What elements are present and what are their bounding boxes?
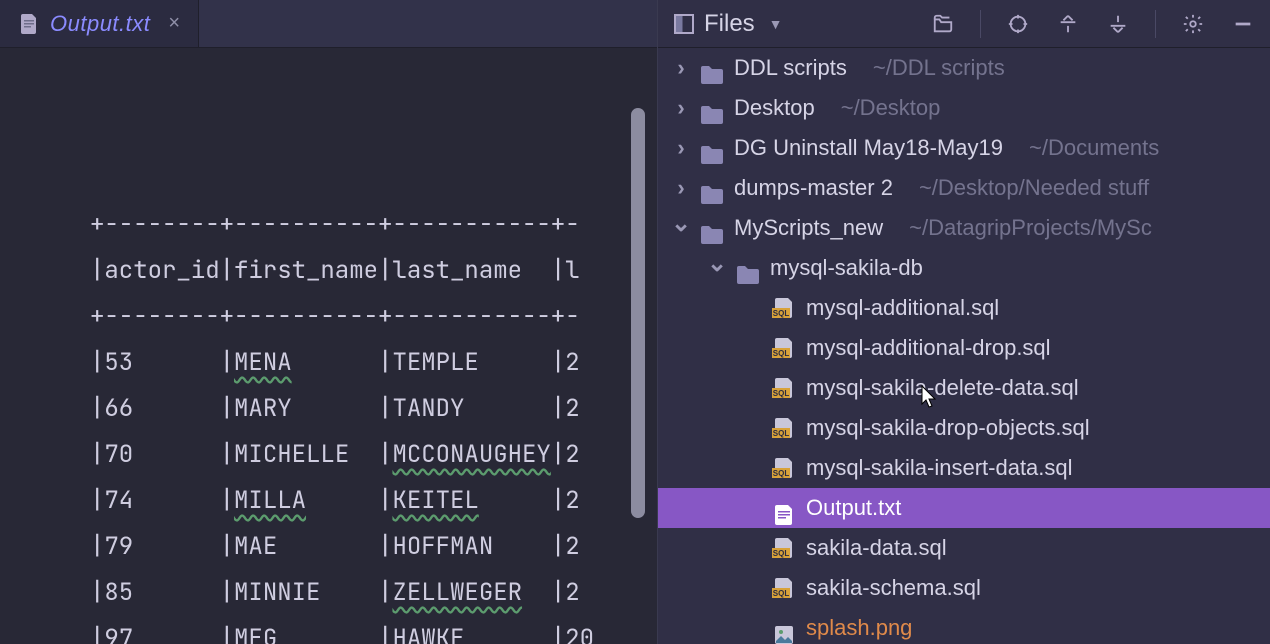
collapse-all-icon[interactable] [1105,11,1131,37]
chevron-down-icon[interactable]: ⌄ [672,204,690,244]
gear-icon[interactable] [1180,11,1206,37]
minimize-icon[interactable] [1230,11,1256,37]
tree-file[interactable]: Output.txt [658,488,1270,528]
tree-folder[interactable]: › Desktop ~/Desktop [658,88,1270,128]
folder-icon [700,218,724,238]
chevron-right-icon[interactable]: › [672,88,690,128]
svg-text:SQL: SQL [773,469,790,478]
tree-item-label: Output.txt [806,488,901,528]
tree-file[interactable]: SQL sakila-data.sql [658,528,1270,568]
scrollbar[interactable] [631,108,645,518]
tree-item-label: DDL scripts [734,48,847,88]
chevron-right-icon[interactable]: › [672,128,690,168]
toolbar-separator [1155,10,1156,38]
sql-file-icon: SQL [772,538,796,558]
tree-item-label: Desktop [734,88,815,128]
sql-file-icon: SQL [772,578,796,598]
sql-file-icon: SQL [772,378,796,398]
svg-text:SQL: SQL [773,429,790,438]
tree-item-path: ~/Desktop/Needed stuff [919,168,1149,208]
chevron-down-icon[interactable]: ⌄ [708,244,726,284]
tree-item-label: dumps-master 2 [734,168,893,208]
tree-item-label: mysql-sakila-db [770,248,923,288]
svg-text:SQL: SQL [773,589,790,598]
sql-file-icon: SQL [772,458,796,478]
files-tree[interactable]: › DDL scripts ~/DDL scripts › Desktop ~/Deskt… [658,48,1270,644]
text-file-icon [772,498,796,518]
tree-file[interactable]: SQL mysql-additional-drop.sql [658,328,1270,368]
tree-folder[interactable]: › dumps-master 2 ~/Desktop/Needed stuff [658,168,1270,208]
sql-file-icon: SQL [772,418,796,438]
tree-item-path: ~/Desktop [841,88,941,128]
text-file-icon [20,14,38,34]
target-icon[interactable] [1005,11,1031,37]
tree-file[interactable]: SQL mysql-additional.sql [658,288,1270,328]
tree-item-label: mysql-sakila-drop-objects.sql [806,408,1090,448]
tab-output-txt[interactable]: Output.txt × [0,0,199,47]
image-file-icon [772,618,796,638]
tree-item-label: splash.png [806,608,912,644]
tree-file[interactable]: splash.png [658,608,1270,644]
chevron-right-icon[interactable]: › [672,48,690,88]
toolbar-separator [980,10,981,38]
open-folder-icon[interactable] [930,11,956,37]
tree-item-path: ~/DatagripProjects/MySc [909,208,1152,248]
files-pane: Files ▼ › DDL scripts ~/DDL scripts › Deskto… [658,0,1270,644]
expand-all-icon[interactable] [1055,11,1081,37]
tree-file[interactable]: SQL sakila-schema.sql [658,568,1270,608]
editor-content[interactable]: +--------+----------+-----------+-|actor… [0,48,657,644]
tree-item-label: mysql-additional-drop.sql [806,328,1051,368]
close-icon[interactable]: × [168,12,180,35]
chevron-right-icon[interactable]: › [672,168,690,208]
tree-file[interactable]: SQL mysql-sakila-insert-data.sql [658,448,1270,488]
tree-item-path: ~/DDL scripts [873,48,1005,88]
sql-file-icon: SQL [772,298,796,318]
panel-icon [674,14,694,34]
files-header: Files ▼ [658,0,1270,48]
svg-text:SQL: SQL [773,389,790,398]
tree-item-label: mysql-additional.sql [806,288,999,328]
tree-folder[interactable]: ⌄MyScripts_new~/DatagripProjects/MySc [658,208,1270,248]
svg-text:SQL: SQL [773,549,790,558]
tree-item-label: mysql-sakila-insert-data.sql [806,448,1073,488]
tree-item-label: mysql-sakila-delete-data.sql [806,368,1079,408]
files-title[interactable]: Files [704,10,755,38]
tree-folder[interactable]: › DDL scripts ~/DDL scripts [658,48,1270,88]
tree-file[interactable]: SQL mysql-sakila-delete-data.sql [658,368,1270,408]
folder-icon [700,98,724,118]
tree-folder[interactable]: › DG Uninstall May18-May19 ~/Documents [658,128,1270,168]
tab-label: Output.txt [50,11,150,37]
chevron-down-icon[interactable]: ▼ [769,16,783,32]
svg-text:SQL: SQL [773,309,790,318]
tree-item-label: sakila-data.sql [806,528,947,568]
tree-item-path: ~/Documents [1029,128,1159,168]
svg-text:SQL: SQL [773,349,790,358]
editor-pane: Output.txt × +--------+----------+------… [0,0,658,644]
folder-icon [700,138,724,158]
tree-folder[interactable]: ⌄mysql-sakila-db [658,248,1270,288]
tab-bar: Output.txt × [0,0,657,48]
tree-file[interactable]: SQL mysql-sakila-drop-objects.sql [658,408,1270,448]
sql-file-icon: SQL [772,338,796,358]
tree-item-label: MyScripts_new [734,208,883,248]
tree-item-label: DG Uninstall May18-May19 [734,128,1003,168]
folder-icon [700,178,724,198]
folder-icon [736,258,760,278]
tree-item-label: sakila-schema.sql [806,568,981,608]
folder-icon [700,58,724,78]
